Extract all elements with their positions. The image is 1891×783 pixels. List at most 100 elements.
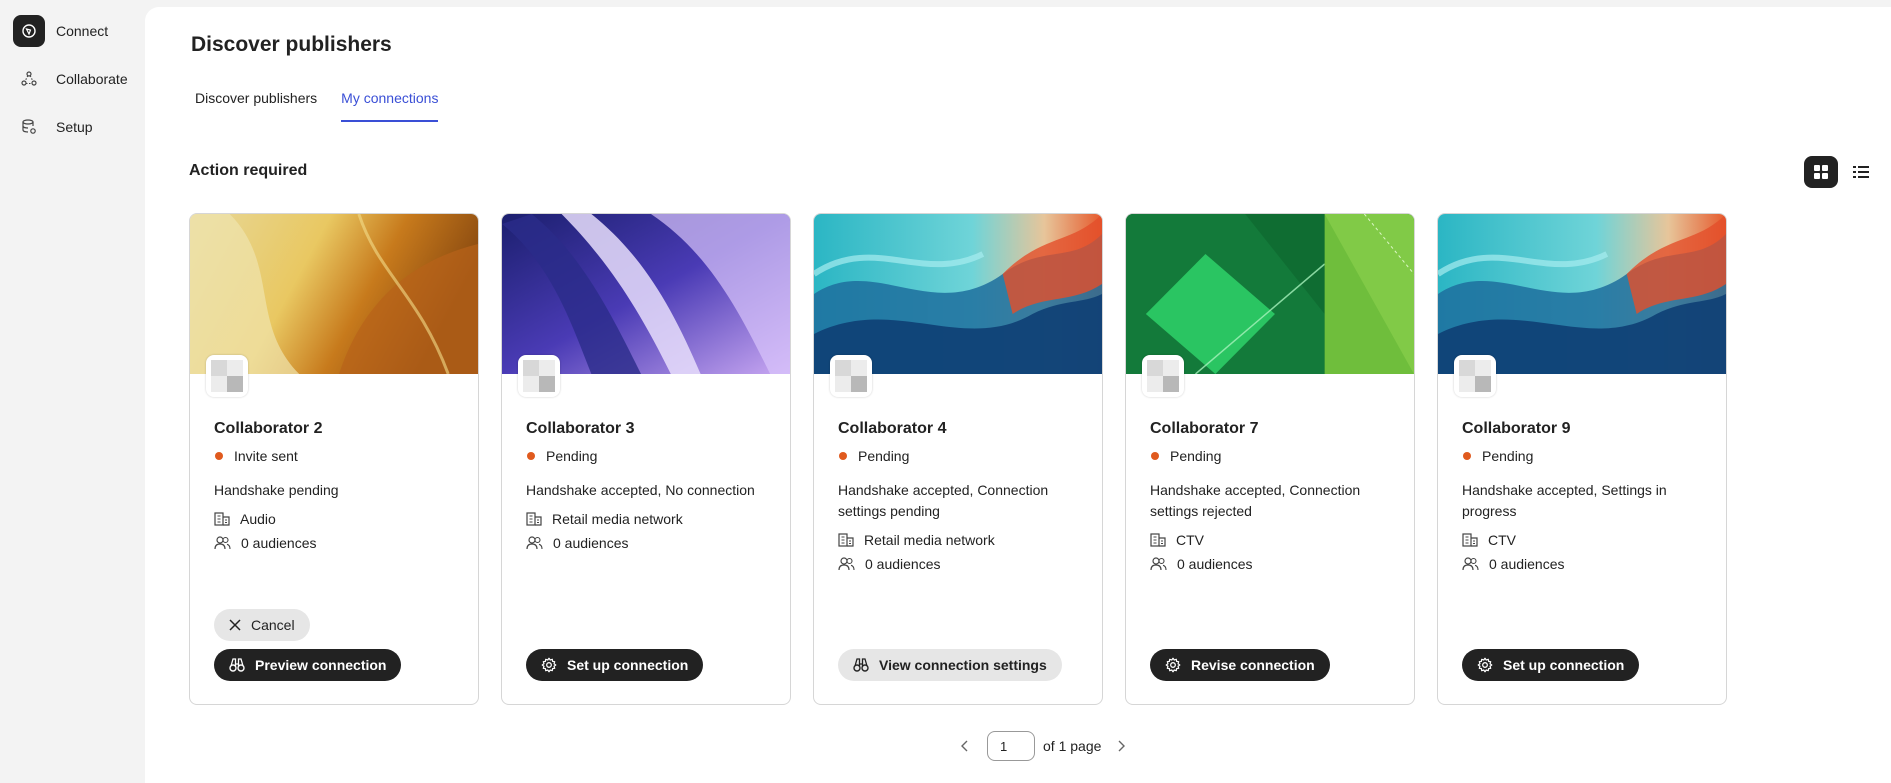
audience-icon [1150,557,1167,571]
audiences-row: 0 audiences [838,556,1082,572]
preview-connection-label: Preview connection [255,657,387,673]
grid-view-button[interactable] [1804,156,1838,188]
card-banner-image [190,214,478,374]
next-page-button[interactable] [1111,736,1131,756]
audiences-row: 0 audiences [1462,556,1706,572]
set-up-connection-button[interactable]: Set up connection [1462,649,1640,681]
status-text: Pending [546,448,598,464]
category-row: CTV [1462,532,1706,548]
collaborator-logo [1142,355,1184,397]
status-text: Pending [1482,448,1534,464]
chevron-right-icon [1118,740,1126,752]
category-text: Audio [240,511,276,527]
card-banner-image [814,214,1102,374]
collaborator-card[interactable]: Collaborator 4 Pending Handshake accepte… [813,213,1103,705]
close-icon [229,619,241,631]
pagination: of 1 page [955,731,1131,761]
card-description: Handshake accepted, Settings in progress [1462,482,1667,519]
view-connection-settings-button[interactable]: View connection settings [838,649,1062,681]
collaborator-card[interactable]: Collaborator 3 Pending Handshake accepte… [501,213,791,705]
main-panel: Discover publishers Discover publishers … [145,7,1891,783]
card-banner-image [502,214,790,374]
sidebar: Connect Collaborate Setup [0,0,145,783]
collaborator-card[interactable]: Collaborator 9 Pending Handshake accepte… [1437,213,1727,705]
status-badge: Pending [1462,448,1706,464]
building-icon [1462,533,1478,547]
audiences-row: 0 audiences [526,535,770,551]
category-row: Retail media network [526,511,770,527]
setup-icon [13,111,45,143]
card-actions: Revise connection [1150,649,1330,681]
gear-icon [541,657,557,673]
building-icon [838,533,854,547]
collaborator-card[interactable]: Collaborator 2 Invite sent Handshake pen… [189,213,479,705]
connect-icon [13,15,45,47]
card-actions: Set up connection [1462,649,1640,681]
sidebar-item-label: Connect [56,23,109,39]
card-description: Handshake accepted, Connection settings … [1150,482,1361,519]
audience-icon [838,557,855,571]
category-text: CTV [1176,532,1204,548]
building-icon [526,512,542,526]
building-icon [1150,533,1166,547]
audiences-text: 0 audiences [1177,556,1253,572]
card-title: Collaborator 9 [1462,420,1571,437]
card-title: Collaborator 7 [1150,420,1259,437]
card-actions: View connection settings [838,649,1062,681]
category-text: Retail media network [864,532,995,548]
status-badge: Pending [526,448,770,464]
gear-icon [1477,657,1493,673]
category-row: Audio [214,511,458,527]
card-title: Collaborator 4 [838,420,947,437]
status-dot-icon [839,452,847,460]
status-dot-icon [1463,452,1471,460]
collaborator-card[interactable]: Collaborator 7 Pending Handshake accepte… [1125,213,1415,705]
audience-icon [526,536,543,550]
status-badge: Pending [1150,448,1394,464]
binoculars-icon [229,658,245,672]
card-banner-image [1438,214,1726,374]
status-text: Pending [858,448,910,464]
status-dot-icon [1151,452,1159,460]
sidebar-item-connect[interactable]: Connect [13,15,139,47]
cancel-button[interactable]: Cancel [214,609,310,641]
card-grid: Collaborator 2 Invite sent Handshake pen… [189,213,1727,705]
revise-connection-button[interactable]: Revise connection [1150,649,1330,681]
page-title: Discover publishers [191,33,392,56]
status-badge: Invite sent [214,448,458,464]
preview-connection-button[interactable]: Preview connection [214,649,402,681]
previous-page-button[interactable] [955,736,975,756]
list-view-button[interactable] [1844,156,1878,188]
category-row: CTV [1150,532,1394,548]
status-text: Invite sent [234,448,298,464]
sidebar-item-setup[interactable]: Setup [13,111,139,143]
gear-icon [1165,657,1181,673]
audiences-text: 0 audiences [865,556,941,572]
revise-connection-label: Revise connection [1191,657,1315,673]
view-connection-settings-label: View connection settings [879,657,1047,673]
cancel-button-label: Cancel [251,617,295,633]
binoculars-icon [853,658,869,672]
status-text: Pending [1170,448,1222,464]
sidebar-item-collaborate[interactable]: Collaborate [13,63,139,95]
section-title: Action required [189,162,308,179]
category-row: Retail media network [838,532,1082,548]
sidebar-item-label: Setup [56,119,93,135]
set-up-connection-button[interactable]: Set up connection [526,649,704,681]
chevron-left-icon [961,740,968,752]
audience-icon [1462,557,1479,571]
building-icon [214,512,230,526]
collaborate-icon [13,63,45,95]
collaborator-logo [518,355,560,397]
tab-bar: Discover publishers My connections [195,90,439,122]
set-up-connection-label: Set up connection [1503,657,1625,673]
page-count-text: of 1 page [1043,738,1102,754]
tab-discover-publishers[interactable]: Discover publishers [195,90,317,122]
card-description: Handshake accepted, Connection settings … [838,482,1049,519]
card-banner-image [1126,214,1414,374]
tab-my-connections[interactable]: My connections [341,90,439,122]
card-title: Collaborator 2 [214,420,323,437]
page-number-input[interactable] [987,731,1035,761]
audiences-text: 0 audiences [1489,556,1565,572]
status-dot-icon [215,452,223,460]
